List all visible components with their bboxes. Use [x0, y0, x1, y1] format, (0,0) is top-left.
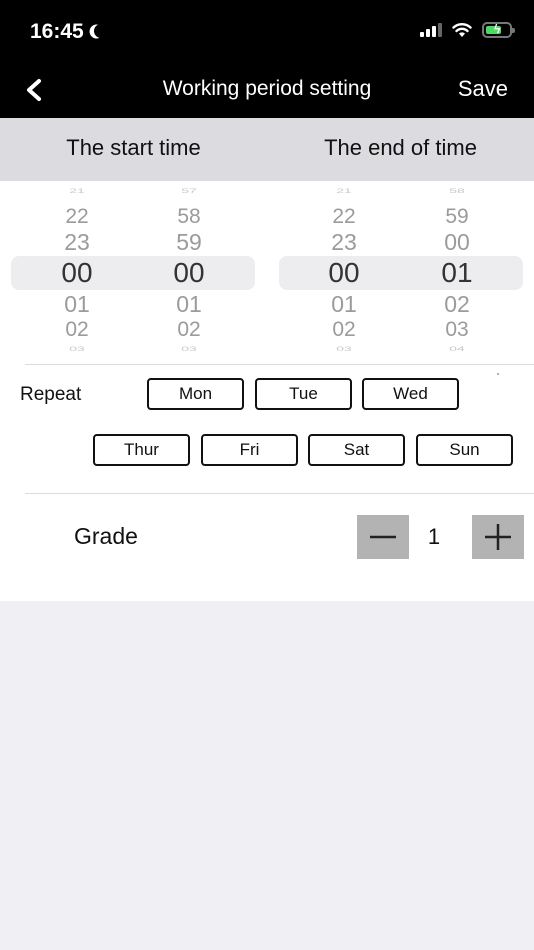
day-button-mon[interactable]: Mon	[147, 378, 244, 410]
day-button-tue[interactable]: Tue	[255, 378, 352, 410]
divider	[25, 493, 534, 494]
end-minute-picker[interactable]: 58 59 00 01 02 03 04	[407, 181, 507, 356]
picker-value[interactable]: 21	[294, 187, 394, 194]
wifi-icon	[452, 23, 472, 37]
start-time-label: The start time	[66, 135, 201, 160]
status-icons: ϟ	[420, 22, 515, 38]
picker-value[interactable]: 21	[27, 187, 127, 194]
picker-value[interactable]: 02	[139, 318, 239, 342]
moon-icon	[92, 22, 110, 40]
picker-selected-value[interactable]: 00	[139, 257, 239, 289]
picker-value[interactable]: 01	[139, 291, 239, 318]
plus-icon	[485, 524, 511, 550]
decrement-button[interactable]	[357, 515, 409, 559]
end-time-label: The end of time	[324, 135, 477, 160]
picker-value[interactable]: 03	[294, 345, 394, 352]
day-button-thur[interactable]: Thur	[93, 434, 190, 466]
picker-value[interactable]: 00	[407, 229, 507, 256]
day-button-sat[interactable]: Sat	[308, 434, 405, 466]
picker-value[interactable]: 23	[27, 229, 127, 256]
picker-value[interactable]: 02	[407, 291, 507, 318]
picker-value[interactable]: 22	[27, 205, 127, 229]
increment-button[interactable]	[472, 515, 524, 559]
picker-value[interactable]: 58	[407, 187, 507, 194]
divider	[25, 364, 534, 365]
time-header: The start time The end of time	[0, 118, 534, 181]
start-hour-picker[interactable]: 21 22 23 00 01 02 03	[27, 181, 127, 356]
day-button-wed[interactable]: Wed	[362, 378, 459, 410]
save-button[interactable]: Save	[458, 76, 508, 102]
picker-selected-value[interactable]: 01	[407, 257, 507, 289]
status-bar: 16:45 ϟ	[0, 0, 534, 64]
picker-value[interactable]: 02	[294, 318, 394, 342]
day-button-sun[interactable]: Sun	[416, 434, 513, 466]
picker-value[interactable]: 01	[27, 291, 127, 318]
picker-value[interactable]: 57	[139, 187, 239, 194]
cellular-signal-icon	[420, 23, 442, 37]
end-hour-picker[interactable]: 21 22 23 00 01 02 03	[294, 181, 394, 356]
picker-selected-value[interactable]: 00	[294, 257, 394, 289]
repeat-label: Repeat	[20, 384, 82, 405]
picker-value[interactable]: 03	[27, 345, 127, 352]
picker-value[interactable]: 22	[294, 205, 394, 229]
day-button-fri[interactable]: Fri	[201, 434, 298, 466]
start-minute-picker[interactable]: 57 58 59 00 01 02 03	[139, 181, 239, 356]
picker-value[interactable]: 03	[407, 318, 507, 342]
picker-value[interactable]: 58	[139, 205, 239, 229]
picker-value[interactable]: 59	[407, 205, 507, 229]
navigation-bar: Working period setting Save	[0, 64, 534, 118]
scroll-indicator	[497, 373, 499, 375]
minus-icon	[370, 535, 396, 539]
picker-value[interactable]: 23	[294, 229, 394, 256]
picker-value[interactable]: 03	[139, 345, 239, 352]
picker-value[interactable]: 04	[407, 345, 507, 352]
picker-value[interactable]: 02	[27, 318, 127, 342]
clock-text: 16:45	[30, 20, 84, 43]
grade-label: Grade	[74, 523, 138, 549]
status-time: 16:45	[30, 20, 104, 44]
grade-value: 1	[427, 524, 441, 549]
battery-icon: ϟ	[482, 22, 515, 38]
picker-value[interactable]: 59	[139, 229, 239, 256]
picker-value[interactable]: 01	[294, 291, 394, 318]
settings-panel: 21 22 23 00 01 02 03 57 58 59 00 01 02 03 21 22 23 00 01…	[0, 181, 534, 601]
picker-selected-value[interactable]: 00	[27, 257, 127, 289]
page-title: Working period setting	[162, 77, 372, 100]
